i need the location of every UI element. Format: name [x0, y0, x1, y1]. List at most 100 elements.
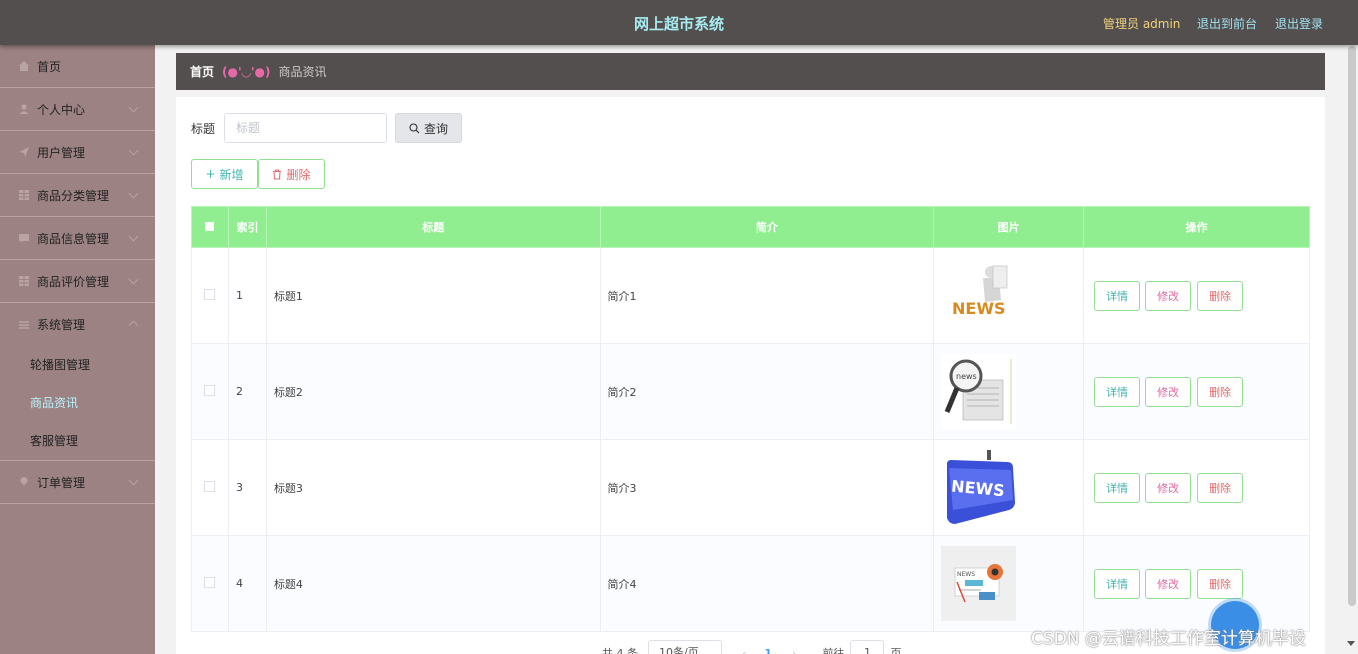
row-checkbox[interactable]: [204, 576, 216, 588]
prev-page-icon[interactable]: ‹: [742, 647, 746, 654]
row-select-cell[interactable]: [191, 535, 229, 632]
logout-link[interactable]: 退出登录: [1275, 15, 1323, 32]
breadcrumb-home[interactable]: 首页: [190, 63, 214, 80]
title-cell: 标题3: [265, 439, 601, 536]
svg-text:news: news: [956, 372, 977, 381]
column-header-intro[interactable]: 简介: [599, 206, 935, 248]
scroll-down-arrow-icon[interactable]: [1347, 641, 1355, 646]
query-button[interactable]: 查询: [395, 113, 463, 143]
sidebar-item-home[interactable]: 首页: [0, 45, 155, 88]
main-content: 标题 查询 + 新增 删除 索引 标题 简介 图片 操作: [176, 97, 1325, 654]
home-icon: [19, 61, 29, 71]
exit-to-front-link[interactable]: 退出到前台: [1197, 15, 1257, 32]
sidebar-item-user-management[interactable]: 用户管理: [0, 131, 155, 174]
delete-button[interactable]: 删除: [1197, 568, 1244, 599]
intro-cell: 简介1: [599, 247, 935, 344]
search-icon: [409, 122, 420, 133]
sidebar-item-system-management[interactable]: 系统管理: [0, 303, 155, 346]
watermark-text: CSDN @云谱科技工作室计算机毕设: [1031, 629, 1306, 649]
edit-button[interactable]: 修改: [1145, 568, 1192, 599]
sidebar-subitem-carousel[interactable]: 轮播图管理: [0, 346, 155, 384]
detail-button[interactable]: 详情: [1094, 472, 1141, 503]
row-checkbox[interactable]: [204, 480, 216, 492]
edit-button[interactable]: 修改: [1145, 376, 1192, 407]
row-checkbox[interactable]: [204, 288, 216, 300]
delete-button[interactable]: 删除: [1197, 280, 1244, 311]
column-header-title[interactable]: 标题: [265, 206, 601, 248]
sidebar-item-review-management[interactable]: 商品评价管理: [0, 260, 155, 303]
index-cell: 3: [227, 439, 267, 536]
column-header-index: 索引: [227, 206, 267, 248]
select-all-header[interactable]: [191, 206, 229, 248]
table-header-row: 索引 标题 简介 图片 操作: [191, 206, 1310, 248]
add-button[interactable]: + 新增: [191, 159, 258, 189]
column-header-actions: 操作: [1083, 206, 1310, 248]
edit-button[interactable]: 修改: [1145, 472, 1192, 503]
plus-icon: +: [205, 167, 216, 181]
detail-button[interactable]: 详情: [1094, 568, 1141, 599]
row-select-cell[interactable]: [191, 247, 229, 344]
goto-page-input[interactable]: 1: [850, 640, 885, 654]
index-cell: 1: [227, 247, 267, 344]
sidebar-subitem-news[interactable]: 商品资讯: [0, 384, 155, 422]
chat-icon: [19, 234, 29, 243]
detail-button[interactable]: 详情: [1094, 376, 1141, 407]
sidebar-item-order-management[interactable]: 订单管理: [0, 461, 155, 504]
query-button-label: 查询: [424, 121, 449, 136]
image-cell: NEWS: [933, 439, 1085, 536]
sidebar-item-label: 商品分类管理: [37, 188, 110, 203]
sidebar-item-label: 首页: [37, 59, 62, 74]
delete-button[interactable]: 删除: [1197, 472, 1244, 503]
pin-icon: [20, 477, 28, 487]
menu-icon: [19, 320, 29, 329]
actions-cell: 详情 修改 删除: [1083, 439, 1310, 536]
search-input[interactable]: [224, 113, 388, 143]
batch-delete-button[interactable]: 删除: [258, 159, 325, 189]
actions-cell: 详情 修改 删除: [1083, 535, 1310, 632]
next-page-icon[interactable]: ›: [792, 647, 796, 654]
title-cell: 标题2: [265, 343, 601, 440]
pagination: 共 4 条 10条/页 ‹ 1 › 前往 1 页: [602, 640, 901, 654]
image-cell: NEWS: [933, 247, 1085, 344]
pagination-total: 共 4 条: [602, 647, 638, 654]
sidebar-item-label: 用户管理: [37, 145, 86, 160]
page-scrollbar[interactable]: [1348, 46, 1356, 606]
table-row: 1 标题1 简介1 NEWS 详情 修改 删除: [191, 247, 1310, 344]
chevron-down-icon: [128, 188, 139, 199]
detail-button[interactable]: 详情: [1094, 280, 1141, 311]
sidebar-item-category-management[interactable]: 商品分类管理: [0, 174, 155, 217]
table-row: 2 标题2 简介2 news 详情 修改 删除: [191, 343, 1310, 440]
column-header-image: 图片: [933, 206, 1085, 248]
image-cell: NEWS: [933, 535, 1085, 632]
select-all-checkbox[interactable]: [205, 221, 215, 231]
sidebar-item-personal-center[interactable]: 个人中心: [0, 88, 155, 131]
sidebar-item-label: 订单管理: [37, 475, 86, 490]
breadcrumb-current: 商品资讯: [278, 65, 327, 79]
news-magnifier-image: news: [941, 354, 1017, 429]
user-icon: [19, 104, 29, 114]
edit-button[interactable]: 修改: [1145, 280, 1192, 311]
action-toolbar: + 新增 删除: [191, 159, 325, 189]
page-size-select[interactable]: 10条/页: [648, 640, 722, 654]
row-select-cell[interactable]: [191, 439, 229, 536]
sidebar-item-goods-info-management[interactable]: 商品信息管理: [0, 217, 155, 260]
chevron-down-icon: [128, 475, 139, 486]
page-number-current[interactable]: 1: [764, 647, 772, 654]
actions-cell: 详情 修改 删除: [1083, 343, 1310, 440]
table-row: 3 标题3 简介3 NEWS 详情 修改 删除: [191, 439, 1310, 536]
delete-button[interactable]: 删除: [1197, 376, 1244, 407]
sidebar-subitem-customer-service[interactable]: 客服管理: [0, 422, 155, 460]
row-select-cell[interactable]: [191, 343, 229, 440]
news-table: 索引 标题 简介 图片 操作 1 标题1 简介1 NEWS 详情 修改 删除 2…: [191, 206, 1310, 632]
index-cell: 2: [227, 343, 267, 440]
intro-cell: 简介4: [599, 535, 935, 632]
grid-icon: [19, 276, 29, 286]
add-button-label: 新增: [219, 167, 244, 182]
grid-icon: [19, 190, 29, 200]
breadcrumb-separator: (●'◡'●): [222, 64, 271, 79]
chevron-down-icon: [128, 231, 139, 242]
sidebar: 首页 个人中心 用户管理 商品分类管理 商品信息管理 商品评价管理 系统管理 轮…: [0, 45, 155, 654]
title-cell: 标题4: [265, 535, 601, 632]
row-checkbox[interactable]: [204, 384, 216, 396]
sidebar-item-label: 商品信息管理: [37, 231, 110, 246]
